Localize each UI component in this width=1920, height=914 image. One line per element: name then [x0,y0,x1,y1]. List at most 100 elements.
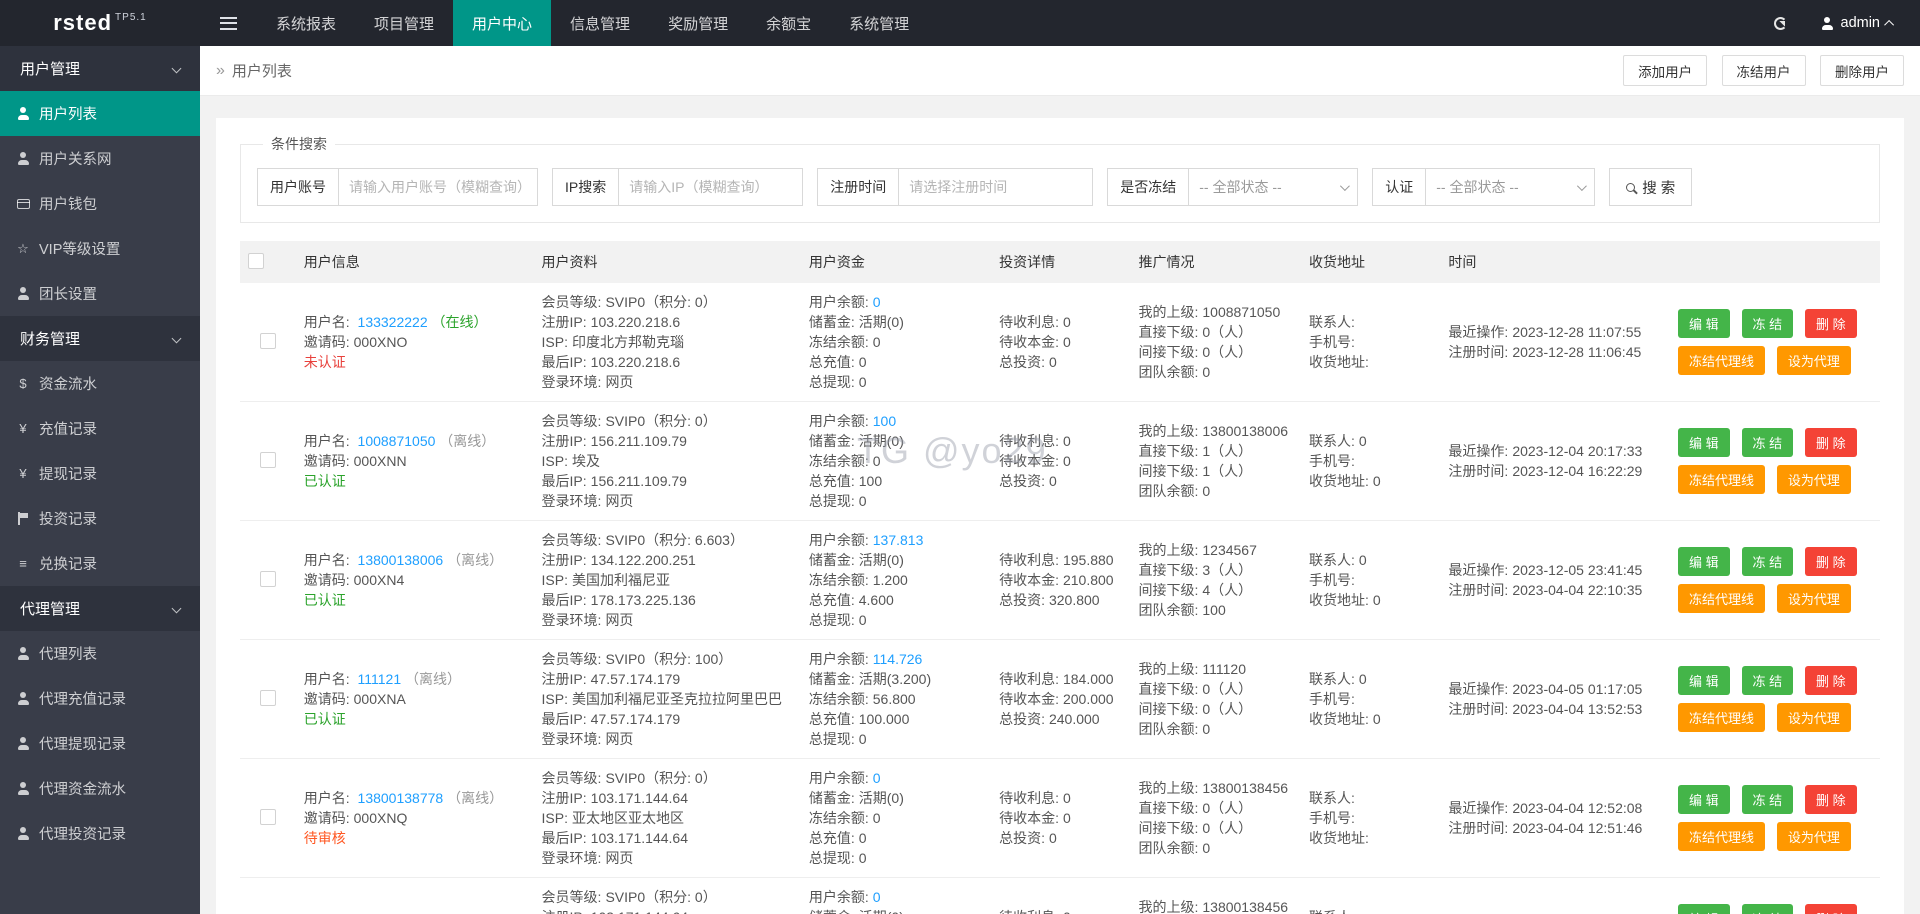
sidebar-item-agent-recharge[interactable]: 代理充值记录 [0,676,200,721]
invite-code: 000XNQ [353,810,408,826]
row-checkbox[interactable] [259,808,276,825]
username-link[interactable]: 133322222 [358,314,428,330]
delete-button[interactable]: 删 除 [1805,785,1857,814]
user-icon [1821,16,1834,30]
sidebar-group-agent-management[interactable]: 代理管理 [0,586,200,631]
edit-button[interactable]: 编 辑 [1678,666,1730,695]
set-agent-button[interactable]: 设为代理 [1776,346,1851,375]
freeze-button[interactable]: 冻 结 [1741,428,1794,457]
sidebar-item-user-relations[interactable]: 用户关系网 [0,136,200,181]
delete-button[interactable]: 删 除 [1805,666,1857,695]
set-agent-button[interactable]: 设为代理 [1776,822,1851,851]
sidebar-item-leader-settings[interactable]: 团长设置 [0,271,200,316]
select-all-checkbox[interactable] [248,252,264,269]
admin-menu[interactable]: admin [1821,15,1895,31]
set-agent-button[interactable]: 设为代理 [1776,703,1851,732]
ip-input[interactable] [618,168,804,206]
edit-button[interactable]: 编 辑 [1678,785,1730,814]
delete-button[interactable]: 删 除 [1805,547,1857,576]
sidebar-item-user-list[interactable]: 用户列表 [0,91,200,136]
sidebar-item-exchange-records[interactable]: ≡ 兑换记录 [0,541,200,586]
freeze-agent-line-button[interactable]: 冻结代理线 [1678,465,1766,494]
nav-item-project-management[interactable]: 项目管理 [355,0,453,46]
edit-button[interactable]: 编 辑 [1678,547,1730,576]
sidebar-group-finance-management[interactable]: 财务管理 [0,316,200,361]
address-cell: 联系人: 手机号: 收货地址: [1301,877,1441,914]
row-checkbox[interactable] [259,689,276,706]
set-agent-button[interactable]: 设为代理 [1776,465,1851,494]
user-funds-cell: 用户余额:0 储蓄金:活期(0) 冻结余额: 总充值: 总提现: [800,877,992,914]
freeze-user-button[interactable]: 冻结用户 [1721,55,1806,86]
sidebar-item-agent-withdraw[interactable]: 代理提现记录 [0,721,200,766]
freeze-agent-line-button[interactable]: 冻结代理线 [1678,346,1766,375]
username-link[interactable]: 13800138778 [358,790,444,806]
delete-button[interactable]: 删 除 [1805,428,1857,457]
delete-user-button[interactable]: 删除用户 [1820,55,1904,86]
row-checkbox[interactable] [259,570,276,587]
username-link[interactable]: 111121 [358,671,402,687]
sidebar-toggle-button[interactable] [200,0,257,46]
nav-item-user-center[interactable]: 用户中心 [453,0,552,46]
user-profile-cell: 会员等级:SVIP0（积分: 0） 注册IP:103.171.144.64 IS… [533,877,801,914]
username-link[interactable]: 1008871050 [358,433,436,449]
search-button[interactable]: 搜 索 [1609,168,1693,206]
frozen-select[interactable]: -- 全部状态 -- [1188,168,1359,206]
sidebar-item-user-wallet[interactable]: 用户钱包 [0,181,200,226]
sidebar-item-fund-flow[interactable]: $ 资金流水 [0,361,200,406]
sidebar-item-vip-level[interactable]: ☆ VIP等级设置 [0,226,200,271]
list-icon: ≡ [19,556,27,571]
freeze-button[interactable]: 冻 结 [1741,666,1794,695]
delete-button[interactable]: 删 除 [1805,904,1857,914]
delete-button[interactable]: 删 除 [1805,309,1857,338]
regtime-input[interactable] [898,168,1094,206]
page-actions: 添加用户 冻结用户 删除用户 [1613,55,1904,86]
sidebar-item-recharge-records[interactable]: ¥ 充值记录 [0,406,200,451]
sidebar-item-agent-invest[interactable]: 代理投资记录 [0,811,200,856]
freeze-agent-line-button[interactable]: 冻结代理线 [1678,822,1766,851]
set-agent-button[interactable]: 设为代理 [1776,584,1851,613]
freeze-button[interactable]: 冻 结 [1741,547,1794,576]
address-cell: 联系人: 0 手机号: 收货地址: 0 [1301,401,1441,521]
auth-status: 待审核 [303,830,346,846]
hamburger-icon [220,16,237,30]
account-input[interactable] [338,168,538,206]
table-row: 用户名: 13800138006 （离线） 邀请码: 000XN4 已认证 会员等… [240,520,1880,640]
freeze-agent-line-button[interactable]: 冻结代理线 [1678,703,1766,732]
col-user-info: 用户信息 [295,241,534,283]
freeze-agent-line-button[interactable]: 冻结代理线 [1678,584,1766,613]
actions-cell: 编 辑 冻 结 删 除 冻结代理线 设为代理 [1670,401,1880,521]
nav-item-yuebao[interactable]: 余额宝 [747,0,830,46]
edit-button[interactable]: 编 辑 [1678,428,1730,457]
row-checkbox[interactable] [259,451,276,468]
row-checkbox[interactable] [259,332,276,349]
invite-code: 000XN4 [353,572,405,588]
freeze-button[interactable]: 冻 结 [1741,904,1794,914]
table-row: 用户名: 1008871050 （离线） 邀请码: 000XNN 已认证 会员等级… [240,401,1880,521]
sidebar-item-agent-fund-flow[interactable]: 代理资金流水 [0,766,200,811]
money-icon: $ [19,376,27,391]
username-link[interactable]: 13800138006 [358,552,444,568]
brand-logo[interactable]: rsted TP5.1 [0,0,200,46]
sidebar-item-agent-list[interactable]: 代理列表 [0,631,200,676]
auth-select[interactable]: -- 全部状态 -- [1425,168,1596,206]
account-label: 用户账号 [257,168,338,206]
edit-button[interactable]: 编 辑 [1678,309,1730,338]
sidebar-item-invest-records[interactable]: 投资记录 [0,496,200,541]
nav-item-system-reports[interactable]: 系统报表 [257,0,355,46]
actions-cell: 编 辑 冻 结 删 除 冻结代理线 设为代理 [1670,877,1880,914]
nav-item-reward-management[interactable]: 奖励管理 [649,0,747,46]
freeze-button[interactable]: 冻 结 [1741,785,1794,814]
edit-button[interactable]: 编 辑 [1678,904,1730,914]
person-icon [17,152,30,165]
add-user-button[interactable]: 添加用户 [1623,55,1708,86]
ip-label: IP搜索 [552,168,619,206]
online-status: （离线） [447,552,504,568]
nav-item-info-management[interactable]: 信息管理 [551,0,649,46]
user-funds-cell: 用户余额: 0 储蓄金: 活期(0) 冻结余额: 0 总充值: 0 总提现: 0 [800,283,992,402]
nav-item-system-management[interactable]: 系统管理 [830,0,928,46]
balance-value: 100 [872,413,897,429]
sidebar-item-withdraw-records[interactable]: ¥ 提现记录 [0,451,200,496]
refresh-icon[interactable] [1773,16,1787,30]
freeze-button[interactable]: 冻 结 [1741,309,1794,338]
sidebar-group-user-management[interactable]: 用户管理 [0,46,200,91]
